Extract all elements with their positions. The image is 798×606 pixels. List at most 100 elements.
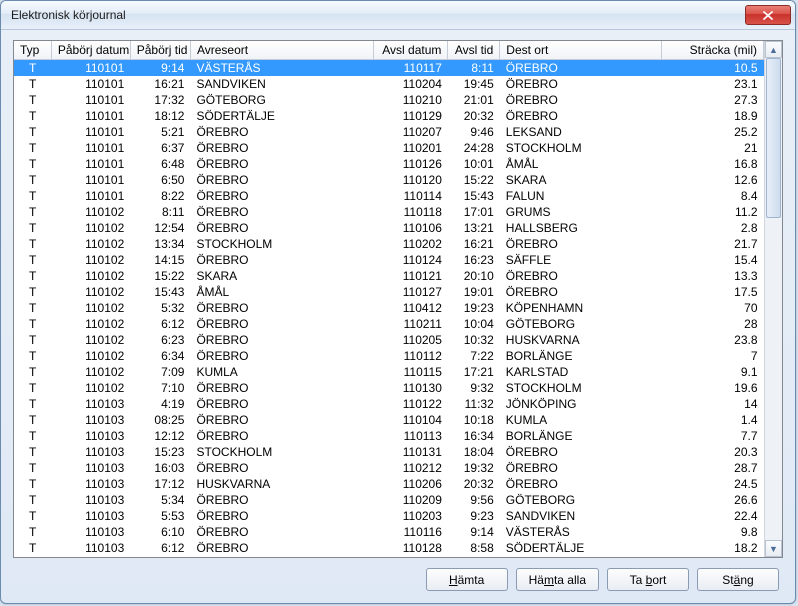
table-row[interactable]: T11010215:43ÅMÅL11012719:01ÖREBRO17.5 [14,284,764,300]
cell-destort: SÄFFLE [500,252,662,268]
cell-avreseort: GÖTEBORG [190,92,373,108]
table-row[interactable]: T1101016:48ÖREBRO11012610:01ÅMÅL16.8 [14,156,764,172]
column-header-ptid[interactable]: Påbörj tid [130,41,190,60]
cell-atid: 24:28 [448,140,500,156]
cell-avreseort: ÖREBRO [190,412,373,428]
cell-avreseort: ÅMÅL [190,284,373,300]
table-row[interactable]: T1101016:37ÖREBRO11020124:28STOCKHOLM21 [14,140,764,156]
cell-pdatum: 110102 [51,204,130,220]
fetch-button[interactable]: Hämta [426,568,508,591]
vertical-scrollbar[interactable]: ▲ ▼ [764,41,782,557]
table-row[interactable]: T1101027:09KUMLA11011517:21KARLSTAD9.1 [14,364,764,380]
cell-atid: 11:32 [448,396,500,412]
cell-ptid: 6:48 [130,156,190,172]
scroll-track[interactable] [765,58,782,540]
table-row[interactable]: T1101036:12ÖREBRO1101288:58SÖDERTÄLJE18.… [14,540,764,556]
cell-destort: ÅMÅL [500,156,662,172]
cell-adatum: 110207 [373,124,448,140]
cell-typ: T [14,348,51,364]
table-header-row[interactable]: TypPåbörj datumPåbörj tidAvreseortAvsl d… [14,41,764,60]
table-row[interactable]: T1101035:53ÖREBRO1102039:23SANDVIKEN22.4 [14,508,764,524]
table-row[interactable]: T1101015:21ÖREBRO1102079:46LEKSAND25.2 [14,124,764,140]
column-header-adatum[interactable]: Avsl datum [373,41,448,60]
cell-ptid: 6:50 [130,172,190,188]
close-dialog-button[interactable]: Stäng [697,568,779,591]
cell-typ: T [14,524,51,540]
cell-atid: 9:46 [448,124,500,140]
cell-typ: T [14,124,51,140]
table-row[interactable]: T1101018:22ÖREBRO11011415:43FALUN8.4 [14,188,764,204]
cell-avreseort: SÖDERTÄLJE [190,108,373,124]
titlebar[interactable]: Elektronisk körjournal [1,1,795,30]
table-row[interactable]: T11010118:12SÖDERTÄLJE11012920:32ÖREBRO1… [14,108,764,124]
table-row[interactable]: T11010312:12ÖREBRO11011316:34BORLÄNGE7.7 [14,428,764,444]
cell-pdatum: 110102 [51,252,130,268]
cell-ptid: 7:09 [130,364,190,380]
cell-pdatum: 110102 [51,380,130,396]
table-row[interactable]: T1101026:12ÖREBRO11021110:04GÖTEBORG28 [14,316,764,332]
cell-destort: ÖREBRO [500,268,662,284]
table-row[interactable]: T1101016:50ÖREBRO11012015:22SKARA12.6 [14,172,764,188]
data-grid[interactable]: TypPåbörj datumPåbörj tidAvreseortAvsl d… [13,40,783,558]
table-row[interactable]: T11010214:15ÖREBRO11012416:23SÄFFLE15.4 [14,252,764,268]
fetch-all-button[interactable]: Hämta alla [516,568,599,591]
cell-stracka: 10.5 [662,60,764,77]
table-row[interactable]: T1101036:10ÖREBRO1101169:14VÄSTERÅS9.8 [14,524,764,540]
cell-typ: T [14,76,51,92]
cell-typ: T [14,92,51,108]
column-header-pdatum[interactable]: Påbörj datum [51,41,130,60]
cell-pdatum: 110101 [51,76,130,92]
column-header-stracka[interactable]: Sträcka (mil) [662,41,764,60]
table-row[interactable]: T1101034:19ÖREBRO11012211:32JÖNKÖPING14 [14,396,764,412]
scroll-up-arrow[interactable]: ▲ [765,41,782,58]
table-row[interactable]: T11010117:32GÖTEBORG11021021:01ÖREBRO27.… [14,92,764,108]
table-row[interactable]: T11010316:03ÖREBRO11021219:32ÖREBRO28.7 [14,460,764,476]
scroll-thumb[interactable] [766,58,781,218]
table-row[interactable]: T1101028:11ÖREBRO11011817:01GRUMS11.2 [14,204,764,220]
cell-ptid: 16:03 [130,460,190,476]
table-row[interactable]: T11010212:54ÖREBRO11010613:21HALLSBERG2.… [14,220,764,236]
cell-pdatum: 110102 [51,300,130,316]
column-header-atid[interactable]: Avsl tid [448,41,500,60]
cell-ptid: 8:11 [130,204,190,220]
cell-typ: T [14,412,51,428]
cell-avreseort: ÖREBRO [190,460,373,476]
table-row[interactable]: T1101019:14VÄSTERÅS1101178:11ÖREBRO10.5 [14,60,764,77]
table-row[interactable]: T1101037:08GRUMS11011916:50ÖREBRO11.9 [14,556,764,557]
cell-adatum: 110212 [373,460,448,476]
table-row[interactable]: T1101035:34ÖREBRO1102099:56GÖTEBORG26.6 [14,492,764,508]
table-row[interactable]: T11010308:25ÖREBRO11010410:18KUMLA1.4 [14,412,764,428]
cell-destort: STOCKHOLM [500,380,662,396]
cell-destort: STOCKHOLM [500,140,662,156]
cell-pdatum: 110103 [51,492,130,508]
cell-avreseort: ÖREBRO [190,220,373,236]
scroll-down-arrow[interactable]: ▼ [765,540,782,557]
cell-adatum: 110114 [373,188,448,204]
cell-adatum: 110126 [373,156,448,172]
cell-stracka: 18.9 [662,108,764,124]
column-header-avreseort[interactable]: Avreseort [190,41,373,60]
table-row[interactable]: T1101026:23ÖREBRO11020510:32HUSKVARNA23.… [14,332,764,348]
table-row[interactable]: T11010315:23STOCKHOLM11013118:04ÖREBRO20… [14,444,764,460]
cell-atid: 10:01 [448,156,500,172]
table-row[interactable]: T11010317:12HUSKVARNA11020620:32ÖREBRO24… [14,476,764,492]
cell-atid: 16:23 [448,252,500,268]
cell-adatum: 110124 [373,252,448,268]
cell-ptid: 12:12 [130,428,190,444]
close-button[interactable] [745,5,791,25]
table-row[interactable]: T1101027:10ÖREBRO1101309:32STOCKHOLM19.6 [14,380,764,396]
table-row[interactable]: T11010116:21SANDVIKEN11020419:45ÖREBRO23… [14,76,764,92]
table-row[interactable]: T1101026:34ÖREBRO1101127:22BORLÄNGE7 [14,348,764,364]
cell-adatum: 110204 [373,76,448,92]
table-row[interactable]: T1101025:32ÖREBRO11041219:23KÖPENHAMN70 [14,300,764,316]
delete-button[interactable]: Ta bort [607,568,689,591]
table-row[interactable]: T11010215:22SKARA11012120:10ÖREBRO13.3 [14,268,764,284]
cell-avreseort: ÖREBRO [190,524,373,540]
column-header-destort[interactable]: Dest ort [500,41,662,60]
cell-ptid: 6:37 [130,140,190,156]
column-header-typ[interactable]: Typ [14,41,51,60]
content-area: TypPåbörj datumPåbörj tidAvreseortAvsl d… [1,30,795,603]
table-row[interactable]: T11010213:34STOCKHOLM11020216:21ÖREBRO21… [14,236,764,252]
cell-adatum: 110202 [373,236,448,252]
cell-typ: T [14,540,51,556]
